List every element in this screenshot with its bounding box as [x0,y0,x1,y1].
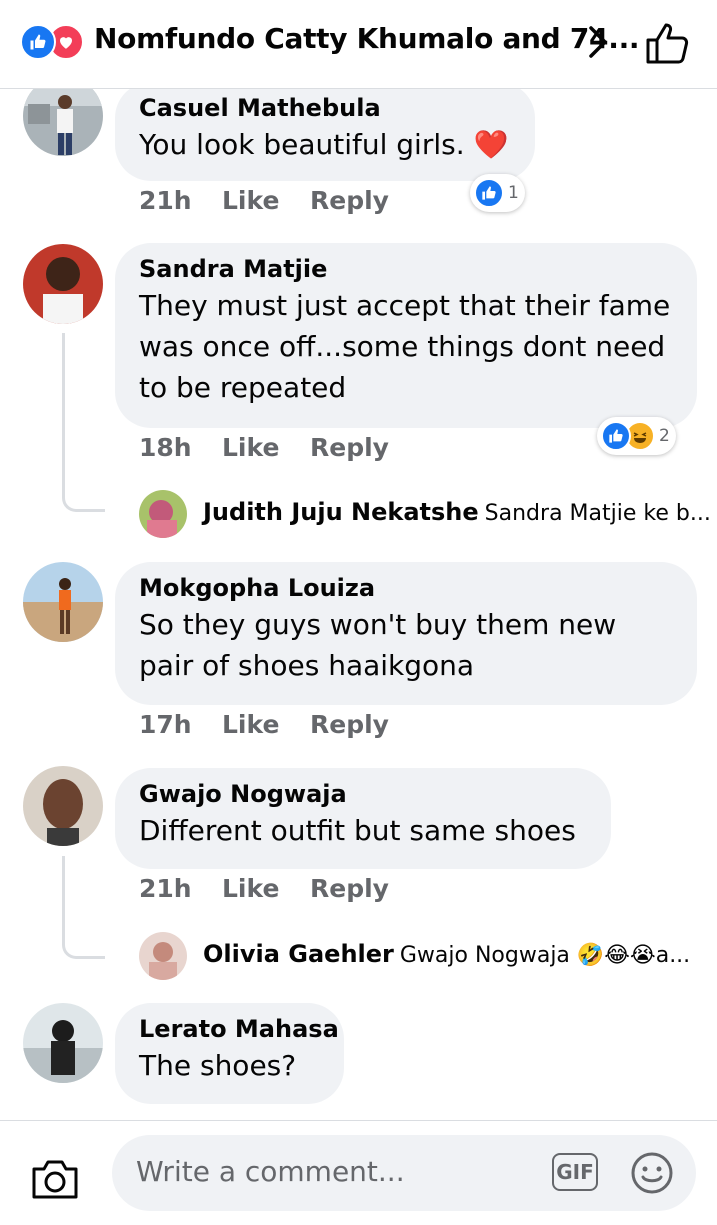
comment-time: 18h [139,433,192,462]
chevron-right-icon[interactable] [583,24,613,60]
avatar[interactable] [23,562,103,642]
like-link[interactable]: Like [222,710,279,739]
comment-input[interactable]: Write a comment... GIF [112,1135,696,1211]
comment-time: 21h [139,186,192,215]
camera-icon[interactable] [30,1157,80,1201]
comment-placeholder[interactable]: Write a comment... [136,1155,405,1188]
comment-text: They must just accept that their fame wa… [139,289,671,404]
avatar[interactable] [23,244,103,324]
comment-text: Different outfit but same shoes [139,814,576,847]
emoji-icon[interactable] [630,1151,674,1195]
reply-thread-line [62,333,105,512]
comment-bubble[interactable]: Sandra Matjie They must just accept that… [115,243,697,428]
reaction-count-badge[interactable]: 1 [470,174,525,212]
comment-composer: Write a comment... GIF [0,1120,717,1225]
reaction-count-badge[interactable]: 2 [597,417,676,455]
thumbs-up-icon[interactable] [644,20,692,66]
like-reaction-icon [474,178,504,208]
reply-snippet: Sandra Matjie ke b... [484,501,711,526]
comment-author[interactable]: Gwajo Nogwaja [139,778,587,810]
reply-link[interactable]: Reply [310,186,389,215]
like-link[interactable]: Like [222,874,279,903]
avatar[interactable] [139,932,187,980]
comment-bubble[interactable]: Gwajo Nogwaja Different outfit but same … [115,768,611,869]
reply-link[interactable]: Reply [310,433,389,462]
comment-bubble[interactable]: Casuel Mathebula You look beautiful girl… [115,82,535,181]
like-link[interactable]: Like [222,186,279,215]
reply-thread-line [62,856,105,959]
reply-author-name[interactable]: Judith Juju Nekatshe [203,498,479,526]
avatar[interactable] [23,1003,103,1083]
like-reaction-icon [20,24,56,60]
reactors-title[interactable]: Nomfundo Catty Khumalo and 74... [94,22,640,55]
reply-link[interactable]: Reply [310,710,389,739]
reply-author: Judith Juju Nekatshe Sandra Matjie ke b..… [203,498,711,526]
comment-author[interactable]: Casuel Mathebula [139,92,511,124]
like-reaction-icon [601,421,631,451]
reactions-header[interactable]: Nomfundo Catty Khumalo and 74... [0,0,717,89]
avatar[interactable] [139,490,187,538]
reply-link[interactable]: Reply [310,874,389,903]
comment-bubble[interactable]: Lerato Mahasa The shoes? [115,1003,344,1104]
reply-author-name[interactable]: Olivia Gaehler [203,940,394,968]
comment-author[interactable]: Lerato Mahasa [139,1013,339,1045]
reply-snippet: Gwajo Nogwaja 🤣😂😭a... [399,943,691,968]
like-link[interactable]: Like [222,433,279,462]
comment-bubble[interactable]: Mokgopha Louiza So they guys won't buy t… [115,562,697,705]
comment-time: 21h [139,874,192,903]
comment-author[interactable]: Mokgopha Louiza [139,572,673,604]
avatar[interactable] [23,766,103,846]
comment-text: So they guys won't buy them new pair of … [139,608,617,682]
reaction-count: 1 [508,183,519,203]
reaction-summary-icons [20,24,84,60]
gif-button[interactable]: GIF [552,1153,598,1191]
reply-author: Olivia Gaehler Gwajo Nogwaja 🤣😂😭a... [203,940,690,968]
comment-time: 17h [139,710,192,739]
comment-text: The shoes? [139,1049,297,1082]
reaction-count: 2 [659,426,670,446]
comment-author[interactable]: Sandra Matjie [139,253,673,285]
comment-text: You look beautiful girls. ❤️ [139,128,509,161]
